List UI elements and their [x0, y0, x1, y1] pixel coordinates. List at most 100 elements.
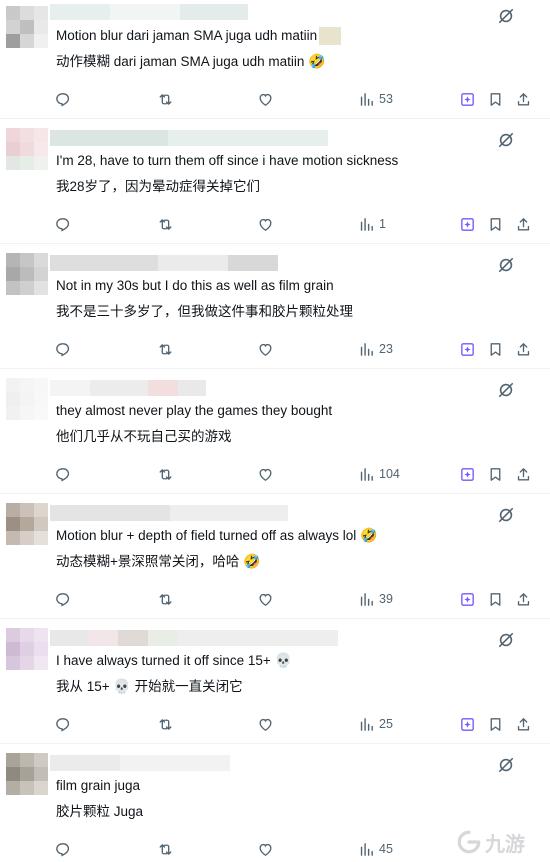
grok-icon[interactable] [496, 630, 516, 650]
watermark-text: 九游 [485, 831, 525, 856]
avatar[interactable] [6, 6, 48, 48]
grok-analyze-button[interactable] [459, 713, 476, 735]
grok-icon[interactable] [496, 755, 516, 775]
retweet-button[interactable] [157, 463, 174, 485]
reply-item[interactable]: I'm 28, have to turn them off since i ha… [0, 120, 550, 244]
like-button[interactable] [257, 338, 274, 360]
reply-button[interactable] [54, 713, 71, 735]
reply-actions: 53 [0, 88, 550, 112]
avatar[interactable] [6, 628, 48, 670]
reply-text: I'm 28, have to turn them off since i ha… [56, 153, 399, 168]
author-name-blurred[interactable] [50, 755, 230, 771]
views-button[interactable]: 45 [358, 838, 393, 860]
reply-item[interactable]: Motion blur dari jaman SMA juga udh mati… [0, 0, 550, 119]
author-name-blurred[interactable] [50, 380, 206, 396]
views-button[interactable]: 23 [358, 338, 393, 360]
grok-analyze-button[interactable] [459, 213, 476, 235]
reply-text: Not in my 30s but I do this as well as f… [56, 278, 334, 293]
retweet-button[interactable] [157, 338, 174, 360]
bookmark-button[interactable] [487, 588, 504, 610]
heart-icon [257, 216, 274, 233]
reply-button[interactable] [54, 838, 71, 860]
avatar[interactable] [6, 253, 48, 295]
reply-icon [54, 716, 71, 733]
author-name-blurred[interactable] [50, 505, 288, 521]
avatar[interactable] [6, 128, 48, 170]
avatar[interactable] [6, 378, 48, 420]
reply-text: Motion blur + depth of field turned off … [56, 528, 378, 544]
views-count: 25 [379, 717, 393, 731]
bookmark-button[interactable] [487, 713, 504, 735]
grok-icon[interactable] [496, 505, 516, 525]
author-name-blurred[interactable] [50, 4, 248, 20]
retweet-button[interactable] [157, 588, 174, 610]
retweet-button[interactable] [157, 838, 174, 860]
heart-icon [257, 591, 274, 608]
share-icon [515, 466, 532, 483]
grok-analyze-button[interactable] [459, 588, 476, 610]
grok-icon[interactable] [496, 255, 516, 275]
reply-button[interactable] [54, 588, 71, 610]
views-button[interactable]: 53 [358, 88, 393, 110]
grok-analyze-button[interactable] [459, 338, 476, 360]
reply-button[interactable] [54, 338, 71, 360]
share-button[interactable] [515, 88, 532, 110]
views-icon [358, 591, 375, 608]
grok-analyze-icon [459, 466, 476, 483]
grok-icon[interactable] [496, 130, 516, 150]
views-count: 23 [379, 342, 393, 356]
grok-icon[interactable] [496, 380, 516, 400]
share-button[interactable] [515, 713, 532, 735]
views-icon [358, 341, 375, 358]
reply-button[interactable] [54, 88, 71, 110]
bookmark-button[interactable] [487, 338, 504, 360]
share-button[interactable] [515, 463, 532, 485]
reply-item[interactable]: I have always turned it off since 15+ 💀 … [0, 620, 550, 744]
grok-analyze-icon [459, 341, 476, 358]
share-icon [515, 216, 532, 233]
like-button[interactable] [257, 713, 274, 735]
reply-item[interactable]: Motion blur + depth of field turned off … [0, 495, 550, 619]
grok-analyze-button[interactable] [459, 88, 476, 110]
views-button[interactable]: 39 [358, 588, 393, 610]
author-name-blurred[interactable] [50, 130, 328, 146]
like-button[interactable] [257, 88, 274, 110]
views-count: 45 [379, 842, 393, 856]
views-icon [358, 716, 375, 733]
reply-translation: 他们几乎从不玩自己买的游戏 [56, 429, 232, 444]
grok-analyze-icon [459, 591, 476, 608]
reply-text: Motion blur dari jaman SMA juga udh mati… [56, 27, 342, 45]
share-button[interactable] [515, 338, 532, 360]
grok-icon[interactable] [496, 6, 516, 26]
views-button[interactable]: 104 [358, 463, 400, 485]
like-button[interactable] [257, 838, 274, 860]
bookmark-button[interactable] [487, 213, 504, 235]
author-name-blurred[interactable] [50, 255, 278, 271]
retweet-icon [157, 341, 174, 358]
like-button[interactable] [257, 588, 274, 610]
reply-translation: 动态模糊+景深照常关闭，哈哈 🤣 [56, 554, 261, 570]
retweet-button[interactable] [157, 713, 174, 735]
share-button[interactable] [515, 213, 532, 235]
reply-icon [54, 91, 71, 108]
bookmark-button[interactable] [487, 463, 504, 485]
views-button[interactable]: 1 [358, 213, 386, 235]
avatar[interactable] [6, 503, 48, 545]
bookmark-button[interactable] [487, 88, 504, 110]
views-icon [358, 216, 375, 233]
like-button[interactable] [257, 463, 274, 485]
reply-item[interactable]: Not in my 30s but I do this as well as f… [0, 245, 550, 369]
like-button[interactable] [257, 213, 274, 235]
reply-translation: 我28岁了，因为晕动症得关掉它们 [56, 179, 261, 194]
reply-item[interactable]: they almost never play the games they bo… [0, 370, 550, 494]
heart-icon [257, 341, 274, 358]
retweet-button[interactable] [157, 213, 174, 235]
retweet-button[interactable] [157, 88, 174, 110]
avatar[interactable] [6, 753, 48, 795]
reply-button[interactable] [54, 213, 71, 235]
grok-analyze-button[interactable] [459, 463, 476, 485]
reply-button[interactable] [54, 463, 71, 485]
author-name-blurred[interactable] [50, 630, 338, 646]
views-button[interactable]: 25 [358, 713, 393, 735]
share-button[interactable] [515, 588, 532, 610]
